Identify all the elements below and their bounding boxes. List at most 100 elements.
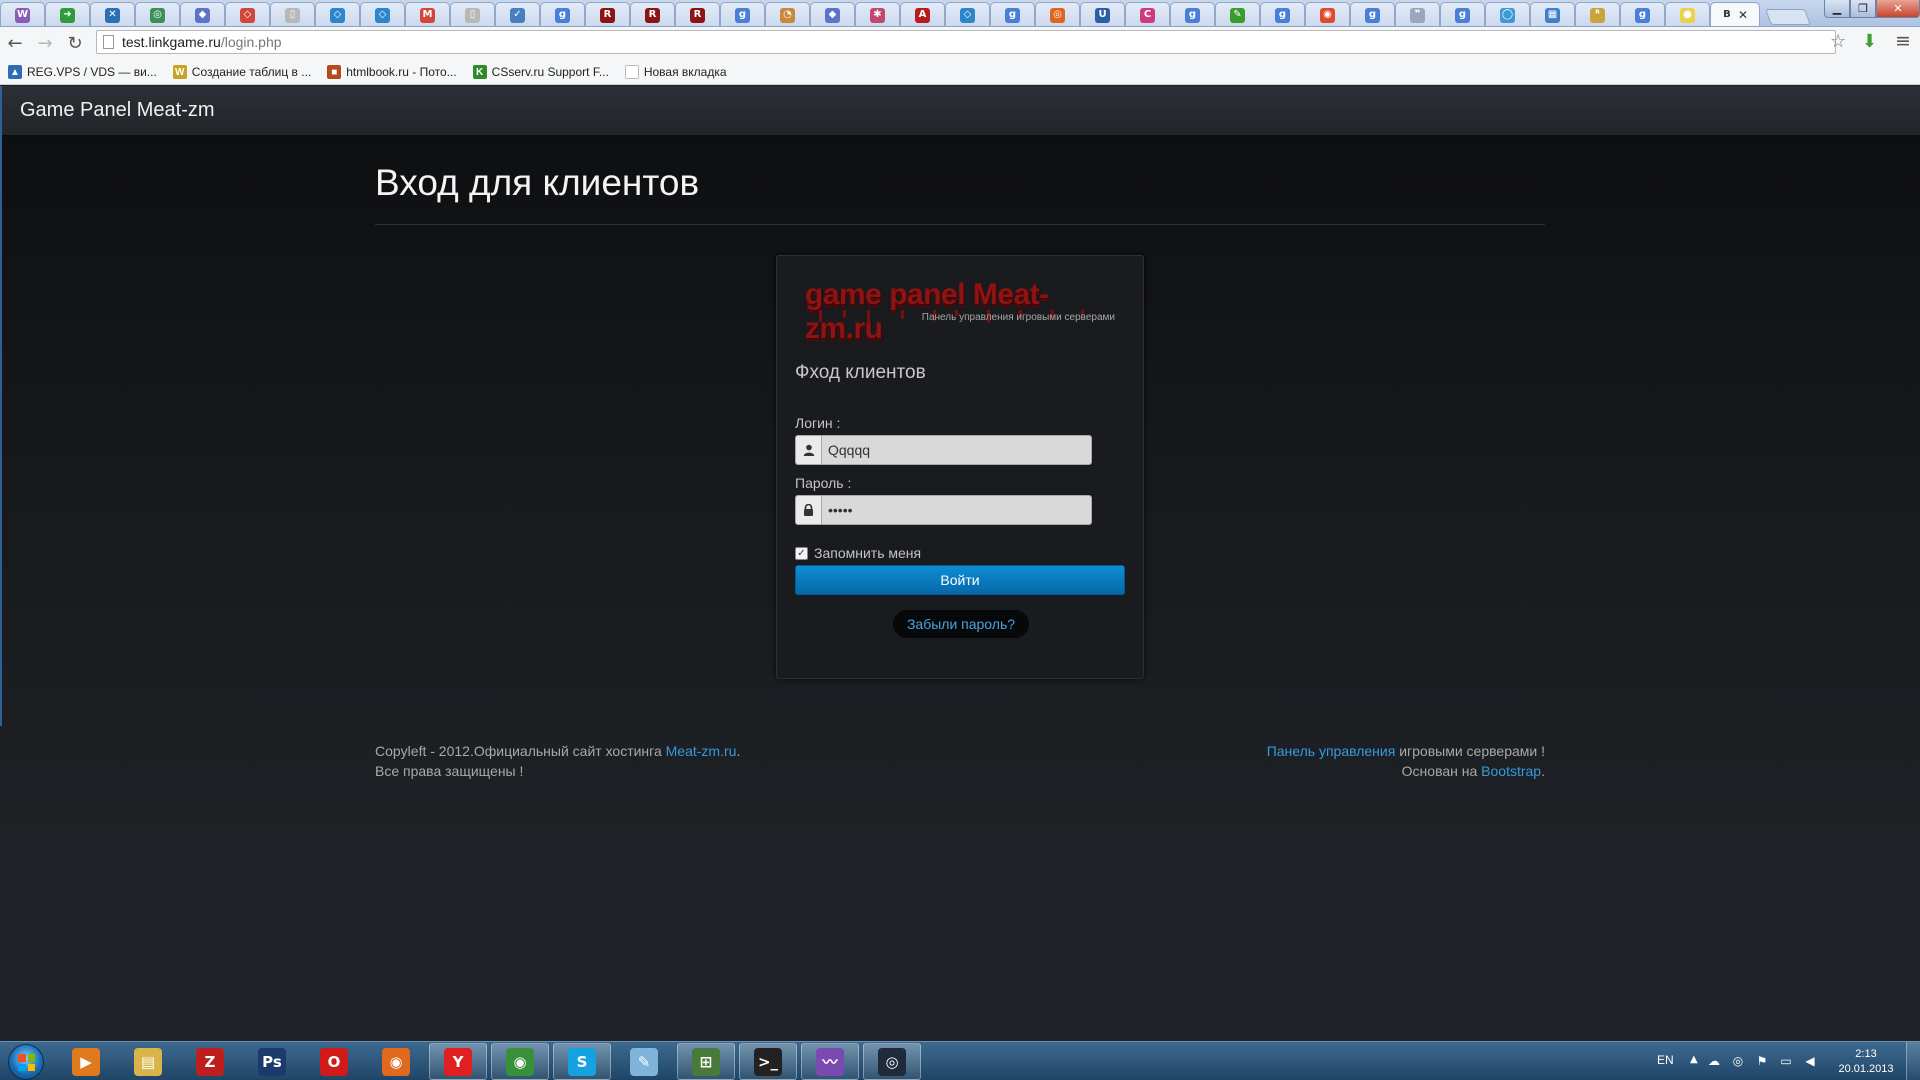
browser-tab[interactable]: ◯ (1485, 2, 1530, 26)
google-icon: g (555, 7, 570, 23)
show-desktop-button[interactable] (1906, 1042, 1920, 1080)
forward-button[interactable]: → (30, 29, 60, 59)
taskbar-button[interactable]: S (553, 1043, 611, 1080)
taskbar-button[interactable]: ◉ (491, 1043, 549, 1080)
tray-expand-icon[interactable]: ▲ (1690, 1054, 1698, 1065)
menu-icon[interactable]: ≡ (1895, 30, 1911, 52)
clock[interactable]: 2:13 20.01.2013 (1836, 1047, 1896, 1077)
browser-tab[interactable]: g (1620, 2, 1665, 26)
back-button[interactable]: ← (0, 29, 30, 59)
browser-tab[interactable]: R (630, 2, 675, 26)
start-button[interactable] (8, 1044, 44, 1080)
bookmark-star-icon[interactable]: ☆ (1830, 31, 1846, 52)
lock-icon (795, 495, 821, 525)
browser-tab[interactable]: ◇ (945, 2, 990, 26)
browser-tab[interactable]: ▦ (1530, 2, 1575, 26)
page-icon: ▯ (465, 7, 480, 23)
browser-tab[interactable]: g (1260, 2, 1305, 26)
download-arrow-icon[interactable]: ⬇ (1862, 31, 1877, 52)
browser-tab[interactable]: ◇ (225, 2, 270, 26)
steam-tray-icon[interactable]: ◎ (1730, 1054, 1746, 1068)
taskbar-button[interactable]: 〰 (801, 1043, 859, 1080)
close-window-button[interactable]: ✕ (1876, 0, 1920, 18)
bookmark-item[interactable]: K CSserv.ru Support F... (472, 65, 609, 79)
taskbar-button[interactable]: Z (181, 1043, 239, 1080)
taskbar-button[interactable]: ✎ (615, 1043, 673, 1080)
browser-tab[interactable]: ● (1665, 2, 1710, 26)
browser-tab[interactable]: ▯ (450, 2, 495, 26)
browser-tab[interactable]: R (585, 2, 630, 26)
address-bar[interactable]: test.linkgame.ru/login.php (96, 30, 1836, 54)
browser-tab[interactable]: ◆ (810, 2, 855, 26)
taskbar-button[interactable]: ◎ (863, 1043, 921, 1080)
browser-tab[interactable]: g (540, 2, 585, 26)
r-icon: R (600, 7, 615, 23)
forgot-password-link[interactable]: Забыли пароль? (893, 610, 1029, 638)
site-logo: game panel Meat-zm.ru Панель управления … (805, 278, 1115, 345)
browser-tab[interactable]: g (990, 2, 1035, 26)
site-brand[interactable]: Game Panel Meat-zm (20, 99, 215, 122)
remember-checkbox[interactable]: ✓ (795, 546, 808, 560)
taskbar-button[interactable]: ▤ (119, 1043, 177, 1080)
browser-tab[interactable]: g (1350, 2, 1395, 26)
bookmark-item[interactable]: Новая вкладка (624, 65, 727, 79)
browser-tab[interactable]: ◆ (180, 2, 225, 26)
bookmark-item[interactable]: ▲ REG.VPS / VDS — ви... (8, 65, 157, 79)
browser-tab[interactable]: ➜ (45, 2, 90, 26)
browser-tab[interactable]: ᴿ (1575, 2, 1620, 26)
bootstrap-link[interactable]: Bootstrap (1481, 763, 1541, 779)
browser-tab[interactable]: g (1170, 2, 1215, 26)
minimize-button[interactable]: ▁ (1824, 0, 1850, 18)
bookmark-item[interactable]: W Создание таблиц в ... (172, 65, 311, 79)
flag-icon[interactable]: ⚑ (1754, 1054, 1770, 1068)
browser-tab[interactable]: C (1125, 2, 1170, 26)
remember-me[interactable]: ✓ Запомнить меня (795, 545, 921, 561)
bookmark-label: Новая вкладка (643, 65, 727, 79)
browser-tab[interactable]: ◎ (135, 2, 180, 26)
browser-tab[interactable]: ✎ (1215, 2, 1260, 26)
maximize-button[interactable]: ❐ (1850, 0, 1876, 18)
browser-tab[interactable]: ✓ (495, 2, 540, 26)
volume-muted-icon[interactable]: ◀ (1802, 1054, 1818, 1068)
browser-tab[interactable]: ✱ (855, 2, 900, 26)
new-tab-button[interactable] (1765, 9, 1811, 25)
browser-tab-active[interactable]: B ✕ (1710, 2, 1760, 26)
browser-tab[interactable]: ◇ (360, 2, 405, 26)
close-tab-icon[interactable]: ✕ (1738, 8, 1748, 22)
taskbar-button[interactable]: O (305, 1043, 363, 1080)
browser-tab[interactable]: ✕ (90, 2, 135, 26)
browser-tab[interactable]: U (1080, 2, 1125, 26)
browser-tab[interactable]: M (405, 2, 450, 26)
login-input[interactable] (821, 435, 1092, 465)
browser-tab[interactable]: g (720, 2, 765, 26)
taskbar-button[interactable]: Y (429, 1043, 487, 1080)
page-icon (103, 35, 114, 49)
taskbar-button[interactable]: ⊞ (677, 1043, 735, 1080)
browser-tab[interactable]: ◔ (765, 2, 810, 26)
browser-tab[interactable]: ◉ (1305, 2, 1350, 26)
bookmark-item[interactable]: ■ htmlbook.ru - Пото... (327, 65, 457, 79)
password-input[interactable] (821, 495, 1092, 525)
language-indicator[interactable]: EN (1657, 1053, 1674, 1067)
cloud-icon[interactable]: ☁ (1706, 1054, 1722, 1068)
taskbar-button[interactable]: ◉ (367, 1043, 425, 1080)
taskbar-button[interactable]: Ps (243, 1043, 301, 1080)
target-icon: ◇ (240, 7, 255, 23)
browser-tab[interactable]: g (1440, 2, 1485, 26)
browser-tab[interactable]: A (900, 2, 945, 26)
browser-tab[interactable]: ▯ (270, 2, 315, 26)
footer-right: Панель управления игровыми серверами ! О… (1266, 743, 1545, 779)
hosting-link[interactable]: Meat-zm.ru (666, 743, 737, 759)
login-heading: Фход клиентов (795, 362, 926, 383)
reload-button[interactable]: ↻ (60, 29, 90, 59)
browser-tab[interactable]: ◎ (1035, 2, 1080, 26)
browser-tab[interactable]: ❞ (1395, 2, 1440, 26)
browser-tab[interactable]: ◇ (315, 2, 360, 26)
network-icon[interactable]: ▭ (1778, 1054, 1794, 1068)
browser-tab[interactable]: R (675, 2, 720, 26)
taskbar-button[interactable]: >_ (739, 1043, 797, 1080)
browser-tab[interactable]: W (0, 2, 45, 26)
login-button[interactable]: Войти (795, 565, 1125, 595)
panel-link[interactable]: Панель управления (1267, 743, 1396, 759)
taskbar-button[interactable]: ▶ (57, 1043, 115, 1080)
